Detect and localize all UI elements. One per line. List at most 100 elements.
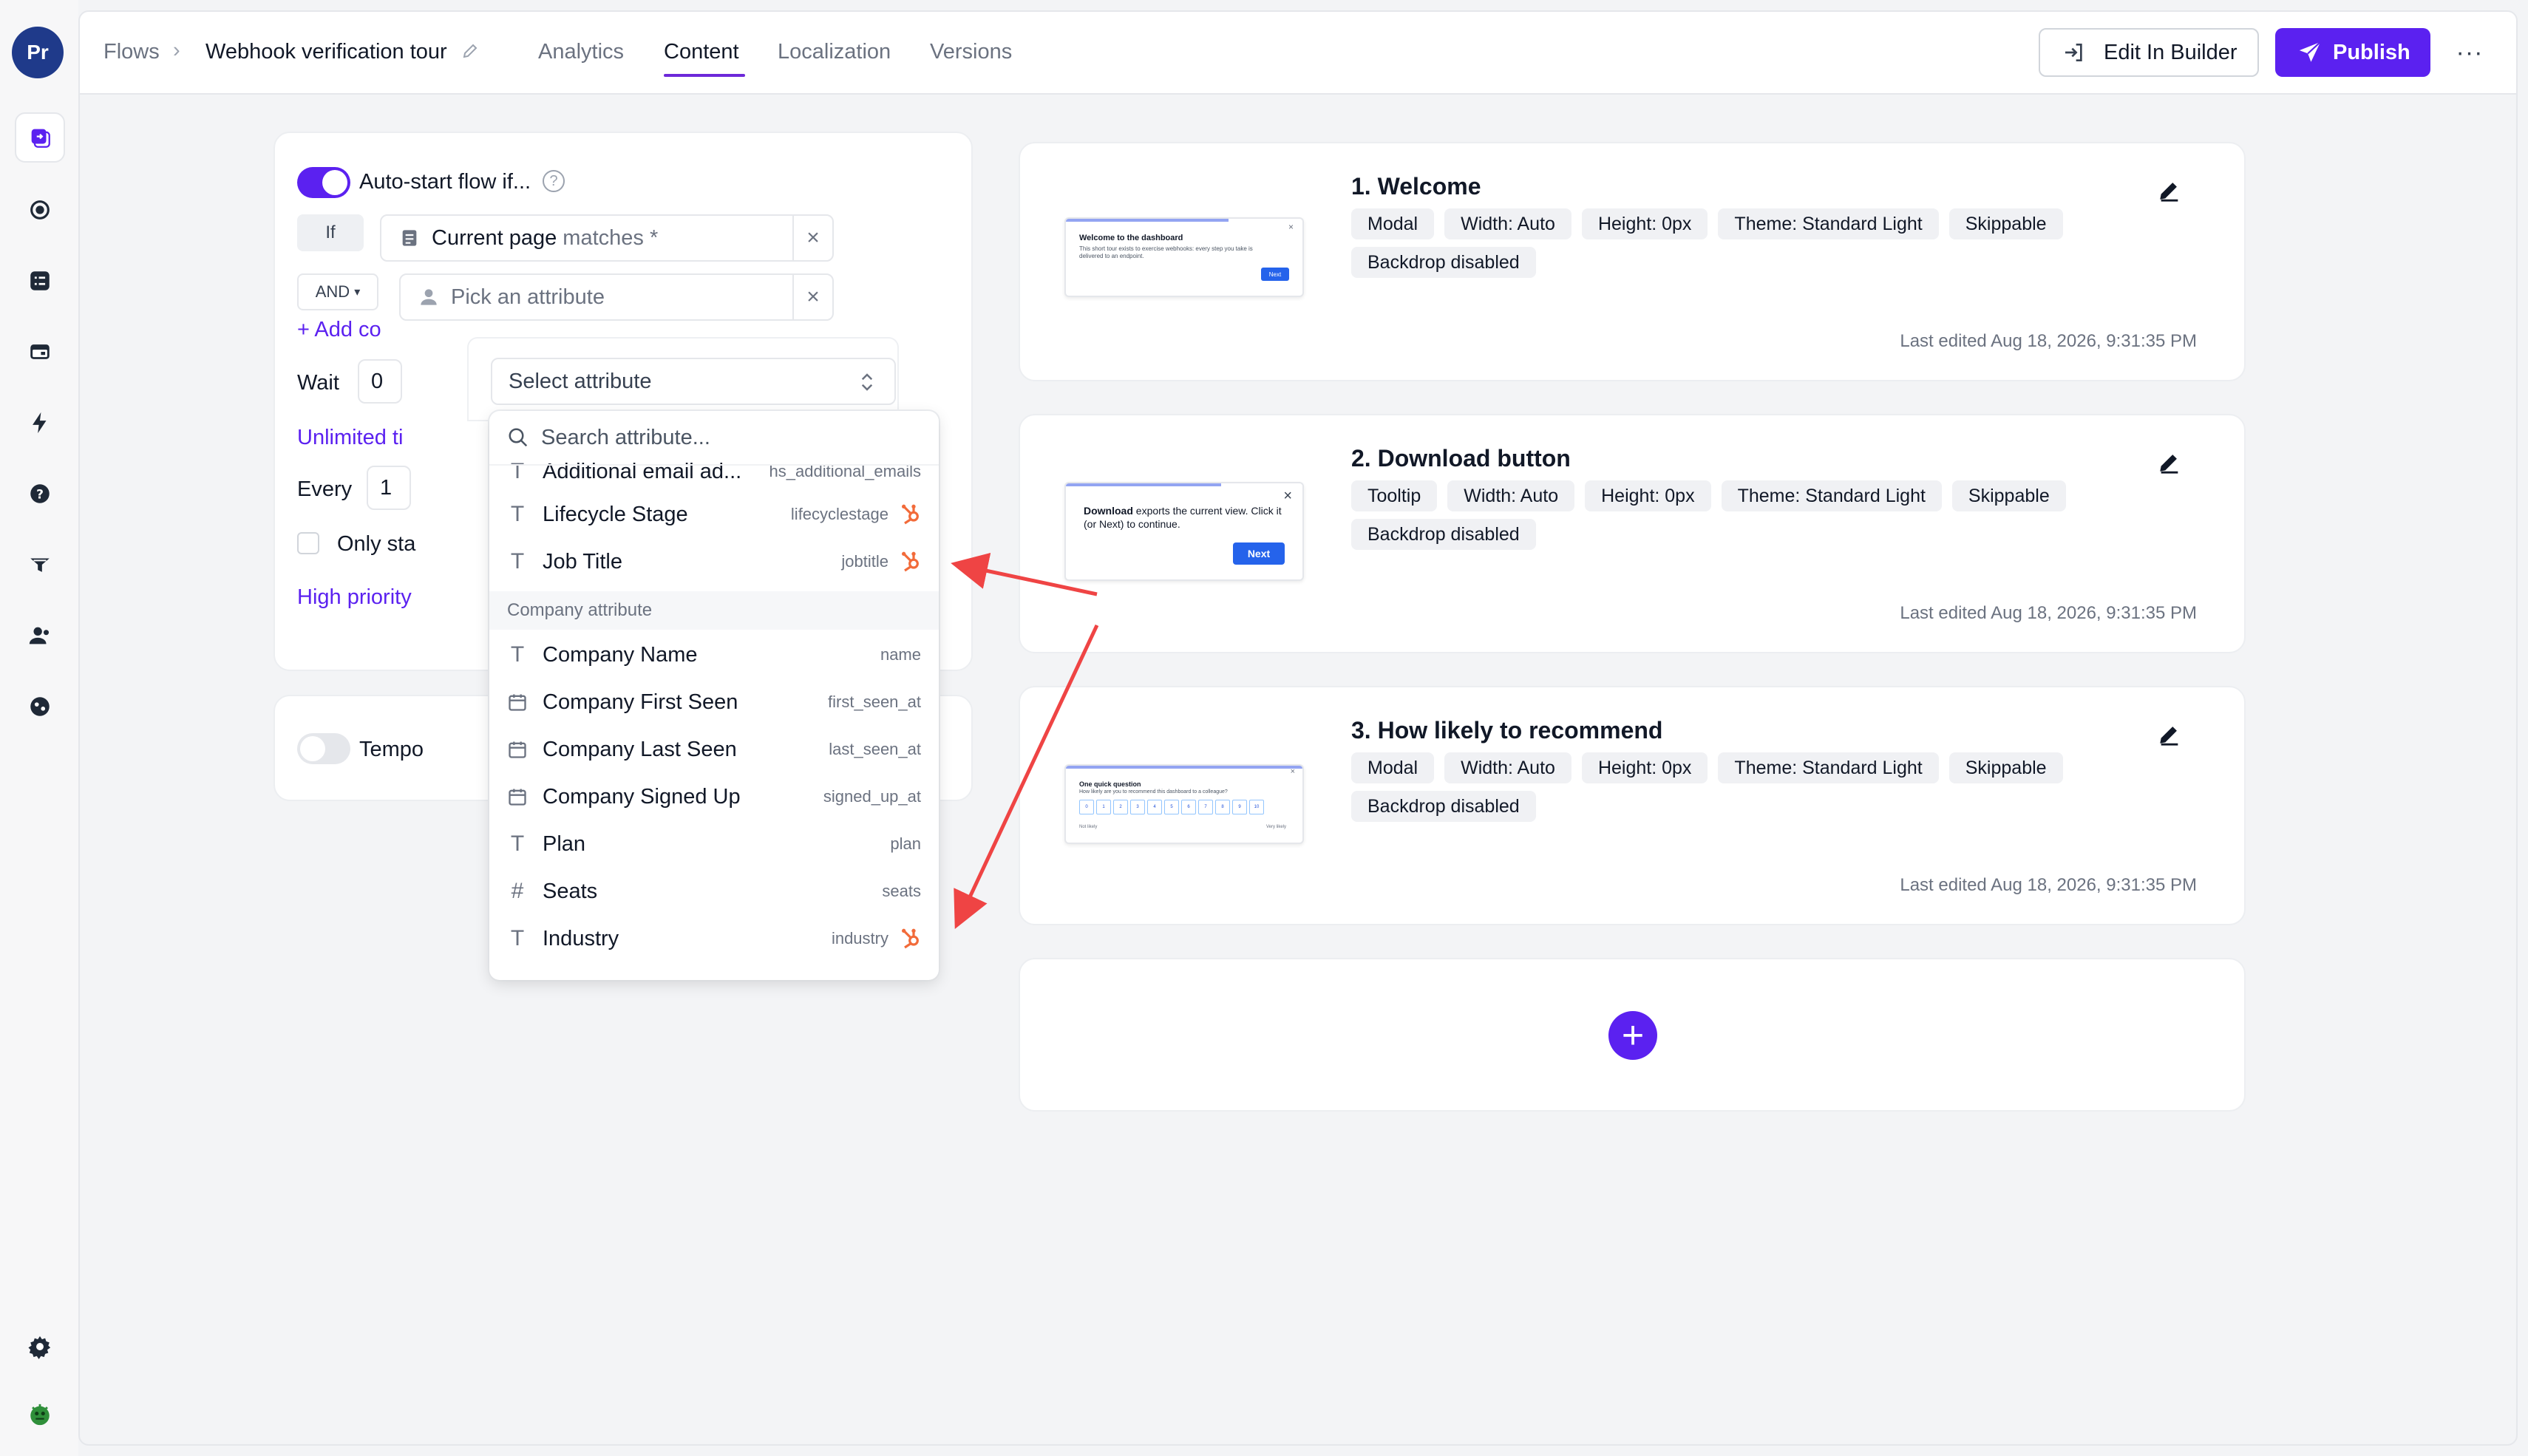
users-nav-icon[interactable] [15, 610, 65, 661]
thumb-next-button: Next [1261, 268, 1289, 281]
attribute-option[interactable]: T Lifecycle Stage lifecyclestage [489, 491, 939, 538]
edit-in-builder-button[interactable]: Edit In Builder [2039, 28, 2259, 77]
autostart-toggle[interactable] [297, 167, 350, 198]
launchers-nav-icon[interactable] [15, 540, 65, 590]
publish-button[interactable]: Publish [2275, 28, 2430, 77]
remove-condition-icon[interactable]: × [792, 216, 832, 260]
page-condition-field[interactable]: Current page matches * × [380, 214, 834, 262]
attribute-option[interactable]: T Industry industry [489, 915, 939, 962]
edit-step-pencil-icon[interactable] [2157, 449, 2182, 474]
high-priority-link[interactable]: High priority [297, 585, 412, 610]
flow-title: Webhook verification tour [205, 40, 447, 64]
thumb-nps-option: 1 [1096, 800, 1111, 814]
step-tags: Modal Width: Auto Height: 0px Theme: Sta… [1351, 208, 2105, 278]
attribute-option[interactable]: T Plan plan [489, 820, 939, 868]
text-type-icon: T [510, 502, 525, 526]
enter-icon [2065, 44, 2082, 61]
edit-step-pencil-icon[interactable] [2157, 721, 2182, 746]
hubspot-icon [899, 927, 922, 950]
thumb-low-label: Not likely [1079, 825, 1098, 829]
step-tag: Height: 0px [1585, 480, 1711, 511]
tab-localization[interactable]: Localization [778, 40, 891, 64]
step-tag: Skippable [1948, 752, 2063, 783]
edit-step-pencil-icon[interactable] [2157, 177, 2182, 203]
add-step-plus-button[interactable]: + [1608, 1011, 1657, 1060]
only-start-label: Only sta [337, 532, 416, 556]
step-tag: Modal [1351, 208, 1435, 239]
page-condition-label: Current page [432, 225, 557, 250]
wait-input[interactable]: 0 [358, 359, 402, 404]
temporary-toggle[interactable] [297, 733, 350, 764]
banner-nav-icon[interactable] [15, 327, 65, 377]
only-start-checkbox[interactable] [297, 532, 319, 554]
every-input[interactable]: 1 [367, 466, 411, 510]
help-nav-icon[interactable]: ? [15, 469, 65, 519]
step-card[interactable]: Download exports the current view. Click… [1019, 414, 2246, 653]
step-card[interactable]: Welcome to the dashboard This short tour… [1019, 142, 2246, 381]
step-tag: Skippable [1948, 208, 2063, 239]
add-condition-link[interactable]: + Add co [297, 318, 381, 342]
calendar-icon [507, 692, 528, 712]
attribute-option[interactable]: T Company Name name [489, 631, 939, 678]
breadcrumb-separator: › [173, 38, 180, 62]
step-card[interactable]: One quick question How likely are you to… [1019, 686, 2246, 925]
attribute-search-input[interactable]: Search attribute... [489, 411, 939, 466]
checklist-nav-icon[interactable] [15, 256, 65, 306]
step-title: 3. How likely to recommend [1351, 717, 1663, 744]
last-edited-timestamp: Last edited Aug 18, 2026, 9:31:35 PM [1900, 603, 2197, 623]
chevron-down-icon: ▾ [354, 286, 361, 299]
attribute-condition-field[interactable]: Pick an attribute × [399, 273, 834, 321]
step-preview-thumbnail: Welcome to the dashboard This short tour… [1064, 217, 1304, 297]
settings-gear-icon[interactable] [15, 1321, 65, 1372]
and-operator-dropdown[interactable]: AND ▾ [297, 273, 378, 310]
active-tab-indicator [664, 74, 745, 77]
thumb-body: This short tour exists to exercise webho… [1079, 245, 1253, 259]
attribute-option-label: Company Signed Up [543, 784, 741, 809]
unlimited-link[interactable]: Unlimited ti [297, 426, 403, 450]
thumb-close-icon: × [1283, 488, 1292, 504]
person-icon [421, 289, 437, 305]
temporary-label: Tempo [359, 738, 424, 761]
tab-content[interactable]: Content [664, 40, 739, 64]
breadcrumb-flows-link[interactable]: Flows [103, 40, 160, 64]
page-icon [402, 230, 417, 246]
calendar-icon [509, 789, 526, 806]
attribute-option[interactable]: # Seats seats [489, 868, 939, 915]
step-tag: Height: 0px [1581, 752, 1708, 783]
step-tag: Backdrop disabled [1351, 791, 1536, 822]
select-attribute-label: Select attribute [509, 369, 652, 393]
target-nav-icon[interactable] [15, 185, 65, 235]
tab-analytics[interactable]: Analytics [538, 40, 624, 64]
attribute-option-label: Plan [543, 831, 586, 856]
attribute-option[interactable]: Company Last Seen last_seen_at [489, 726, 939, 773]
step-tag: Tooltip [1351, 480, 1438, 511]
thumb-nps-option: 10 [1249, 800, 1264, 814]
profile-avatar-icon[interactable] [15, 1389, 65, 1440]
attribute-option[interactable]: Company First Seen first_seen_at [489, 678, 939, 726]
step-tag: Theme: Standard Light [1718, 752, 1939, 783]
select-attribute-dropdown[interactable]: Select attribute [491, 358, 896, 405]
help-circle-icon[interactable]: ? [543, 170, 565, 192]
attribute-option-label: Company First Seen [543, 690, 738, 714]
actions-nav-icon[interactable] [15, 398, 65, 448]
attribute-option-key: plan [890, 834, 921, 853]
thumb-high-label: Very likely [1265, 825, 1286, 829]
rename-pencil-icon[interactable] [461, 41, 479, 66]
every-label: Every [297, 477, 353, 501]
thumb-body: How likely are you to recommend this das… [1079, 789, 1228, 795]
chevron-up-down-icon [861, 373, 873, 391]
attribute-option[interactable]: Company Signed Up signed_up_at [489, 773, 939, 820]
step-tags: Modal Width: Auto Height: 0px Theme: Sta… [1351, 752, 2105, 822]
remove-condition-icon[interactable]: × [792, 275, 832, 319]
tab-versions[interactable]: Versions [930, 40, 1012, 64]
thumb-close-icon: × [1290, 767, 1295, 776]
attribute-option[interactable]: T Job Title jobtitle [489, 538, 939, 585]
step-tag: Modal [1351, 752, 1435, 783]
step-tag: Height: 0px [1581, 208, 1708, 239]
send-icon [2299, 41, 2321, 62]
workspace-avatar[interactable]: Pr [12, 27, 64, 78]
analytics-nav-icon[interactable] [15, 681, 65, 732]
flows-nav-icon[interactable] [15, 112, 65, 163]
more-options-button[interactable]: ··· [2450, 34, 2490, 71]
step-tags: Tooltip Width: Auto Height: 0px Theme: S… [1351, 480, 2105, 550]
